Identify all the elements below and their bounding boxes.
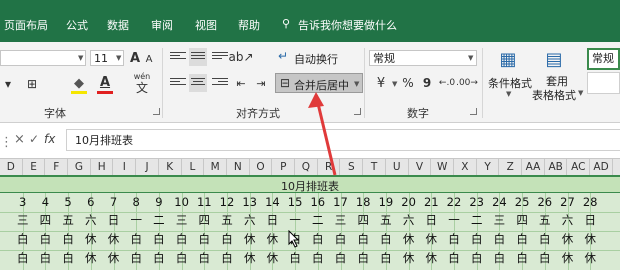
annotation-arrow	[308, 92, 337, 176]
mouse-cursor-icon	[288, 230, 300, 248]
arrow-head	[308, 92, 324, 108]
arrow-shaft	[314, 94, 337, 176]
